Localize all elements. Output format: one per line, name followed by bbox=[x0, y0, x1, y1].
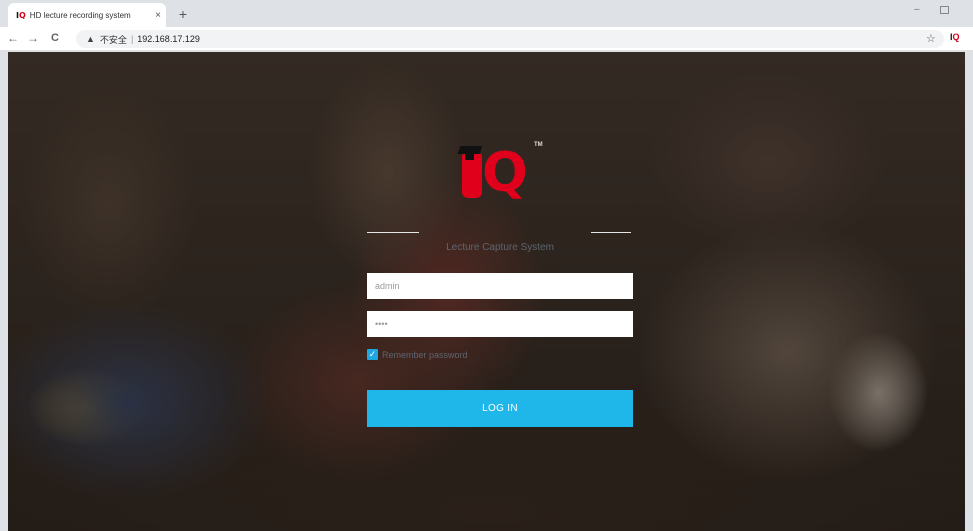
back-arrow-icon[interactable]: ← bbox=[6, 31, 20, 45]
minimize-button[interactable]: – bbox=[914, 4, 920, 15]
address-separator: | bbox=[130, 34, 134, 44]
reload-icon[interactable]: C bbox=[48, 31, 62, 45]
subtitle-divider-right bbox=[591, 232, 631, 233]
page-viewport: Q TM Lecture Capture System admin •••• ✓… bbox=[8, 52, 965, 531]
tab-strip: IQ HD lecture recording system × + – bbox=[0, 0, 973, 27]
remember-checkbox[interactable]: ✓ bbox=[367, 349, 378, 360]
trademark-mark: TM bbox=[534, 142, 543, 148]
login-button[interactable]: LOG IN bbox=[367, 390, 633, 427]
security-label[interactable]: 不安全 bbox=[100, 33, 127, 46]
url-text[interactable]: 192.168.17.129 bbox=[137, 34, 200, 44]
username-input[interactable]: admin bbox=[367, 273, 633, 299]
warning-triangle-icon[interactable]: ▲ bbox=[86, 34, 95, 44]
forward-arrow-icon[interactable]: → bbox=[26, 31, 40, 45]
password-input[interactable]: •••• bbox=[367, 311, 633, 337]
iq-favicon-icon: IQ bbox=[16, 10, 26, 20]
bookmark-star-icon[interactable]: ☆ bbox=[926, 32, 936, 45]
subtitle-divider-left bbox=[367, 232, 419, 233]
browser-toolbar: ← → C ▲ 不安全 | 192.168.17.129 bbox=[0, 27, 973, 51]
address-bar[interactable]: ▲ 不安全 | 192.168.17.129 bbox=[76, 30, 944, 48]
system-subtitle: Lecture Capture System bbox=[446, 242, 554, 253]
new-tab-button[interactable]: + bbox=[174, 5, 192, 23]
iq-logo: Q TM bbox=[456, 140, 556, 210]
browser-tab[interactable]: IQ HD lecture recording system × bbox=[8, 3, 166, 27]
iq-extension-icon[interactable]: IQ bbox=[950, 32, 960, 42]
graduation-cap-base-icon bbox=[465, 152, 474, 160]
tab-close-icon[interactable]: × bbox=[150, 10, 166, 21]
remember-label[interactable]: Remember password bbox=[382, 350, 468, 360]
maximize-button[interactable] bbox=[940, 6, 949, 14]
tab-title: HD lecture recording system bbox=[29, 10, 131, 20]
remember-password[interactable]: ✓ Remember password bbox=[367, 349, 468, 360]
